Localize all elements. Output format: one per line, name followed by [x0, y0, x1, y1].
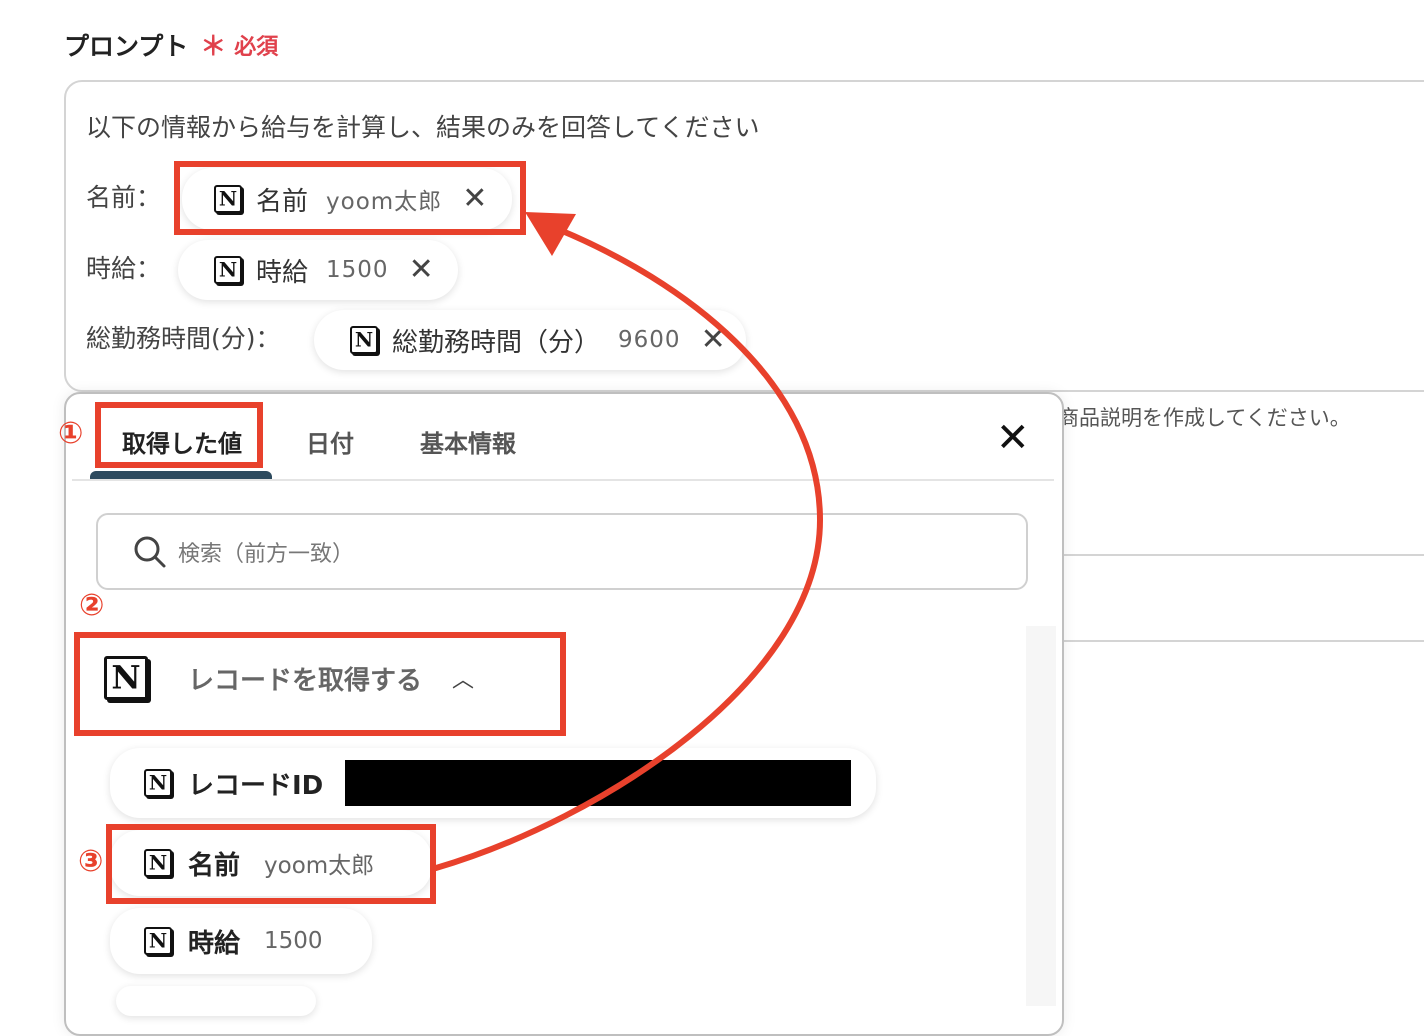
- annotation-arrow: [433, 212, 824, 871]
